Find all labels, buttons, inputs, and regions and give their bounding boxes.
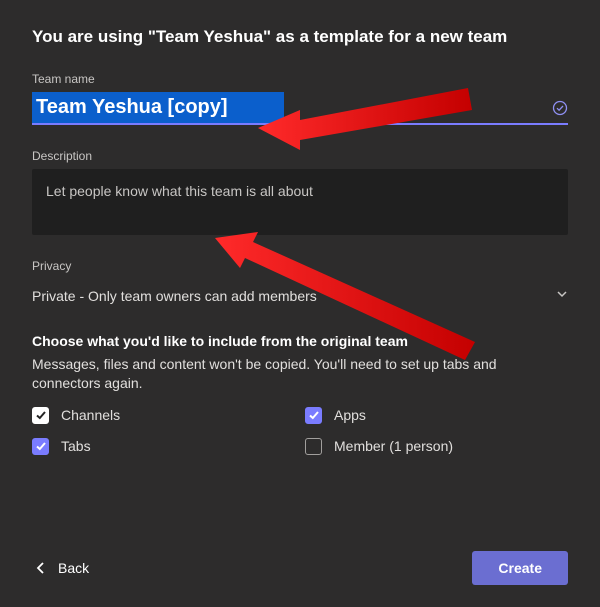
chevron-down-icon: [556, 287, 568, 305]
privacy-value: Private - Only team owners can add membe…: [32, 288, 317, 304]
close-button[interactable]: [560, 24, 568, 46]
check-icon: [308, 409, 320, 421]
option-channels[interactable]: Channels: [32, 407, 295, 424]
include-heading: Choose what you'd like to include from t…: [32, 333, 568, 349]
checkbox-channels[interactable]: [32, 407, 49, 424]
description-label: Description: [32, 149, 568, 163]
dialog-footer: Back Create: [32, 551, 568, 585]
checkbox-apps[interactable]: [305, 407, 322, 424]
privacy-label: Privacy: [32, 259, 568, 273]
back-button[interactable]: Back: [32, 554, 93, 582]
dialog-header: You are using "Team Yeshua" as a templat…: [32, 26, 568, 48]
option-label: Member (1 person): [334, 438, 453, 454]
checkbox-tabs[interactable]: [32, 438, 49, 455]
include-note: Messages, files and content won't be cop…: [32, 355, 568, 393]
option-label: Channels: [61, 407, 120, 423]
team-name-input[interactable]: [32, 92, 284, 123]
description-input[interactable]: [46, 183, 554, 199]
checkbox-member[interactable]: [305, 438, 322, 455]
create-button[interactable]: Create: [472, 551, 568, 585]
option-tabs[interactable]: Tabs: [32, 438, 295, 455]
option-label: Apps: [334, 407, 366, 423]
back-label: Back: [58, 560, 89, 576]
description-box: [32, 169, 568, 235]
team-name-label: Team name: [32, 72, 568, 86]
check-icon: [35, 409, 47, 421]
option-label: Tabs: [61, 438, 91, 454]
name-validated-icon: [552, 100, 568, 116]
option-member[interactable]: Member (1 person): [305, 438, 568, 455]
team-name-row: [32, 92, 568, 125]
chevron-left-icon: [36, 562, 46, 574]
privacy-dropdown[interactable]: Private - Only team owners can add membe…: [32, 283, 568, 309]
check-icon: [35, 440, 47, 452]
include-options: Channels Apps Tabs Member (1 person): [32, 407, 568, 455]
create-team-from-template-dialog: You are using "Team Yeshua" as a templat…: [0, 0, 600, 607]
option-apps[interactable]: Apps: [305, 407, 568, 424]
dialog-title: You are using "Team Yeshua" as a templat…: [32, 26, 507, 48]
